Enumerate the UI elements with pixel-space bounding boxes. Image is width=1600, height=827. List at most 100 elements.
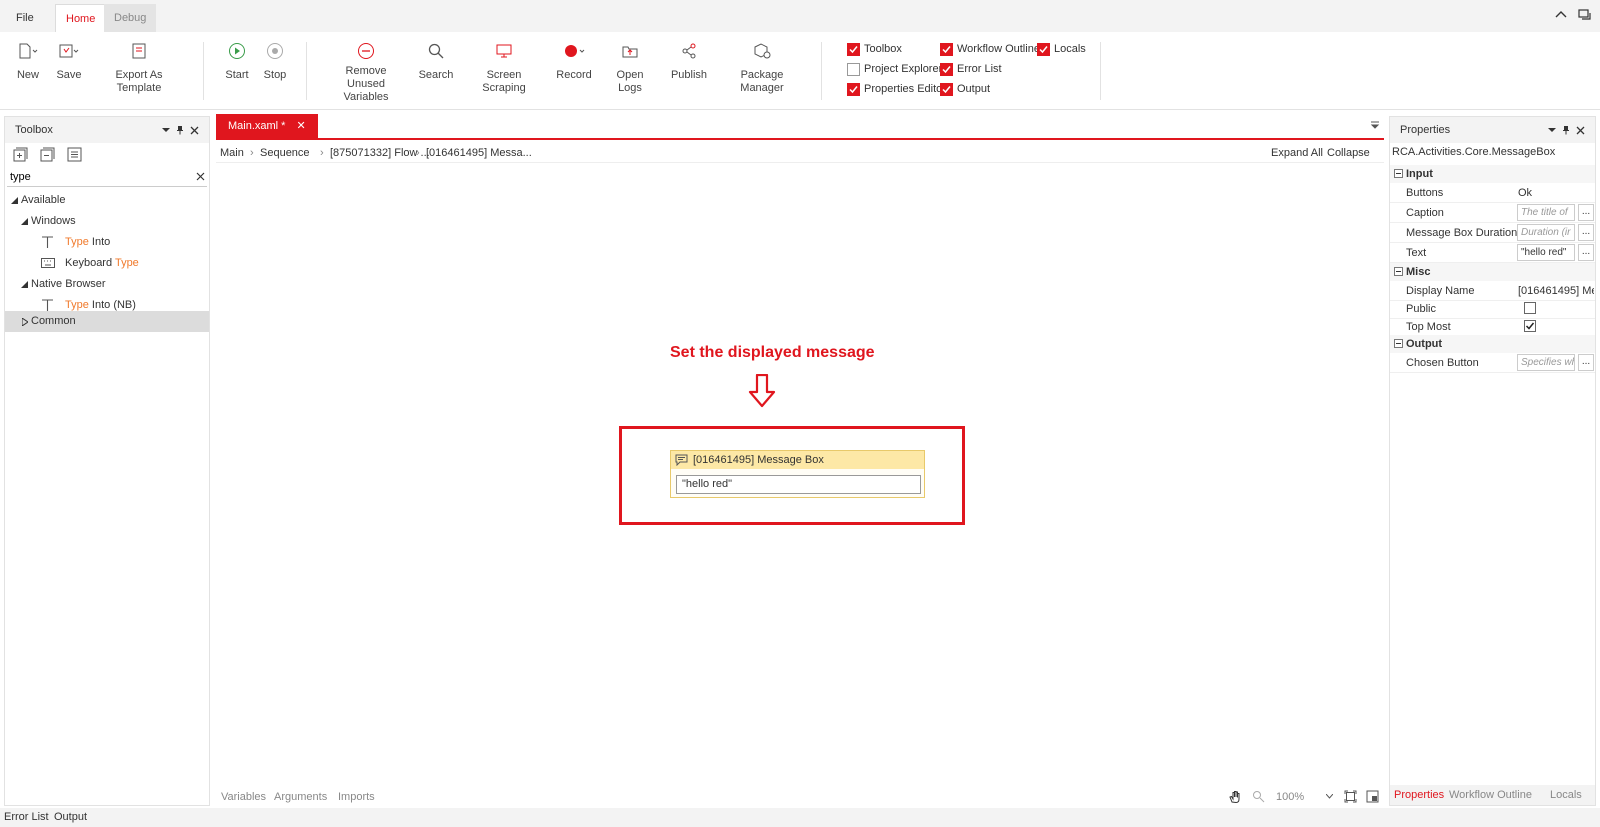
duration-ellipsis-button[interactable]: ... [1578,224,1594,241]
expand-all-icon[interactable] [13,147,28,162]
properties-editor-checkbox[interactable]: Properties Editor [847,81,946,97]
activity-keyboard-type[interactable]: Keyboard Type [5,253,209,274]
package-manager-button[interactable]: Package Manager [722,40,802,95]
activity-header[interactable]: [016461495] Message Box [671,451,924,469]
zoom-level[interactable]: 100% [1276,786,1304,808]
search-button[interactable]: Search [418,40,454,82]
prop-buttons-value[interactable]: Ok [1518,183,1532,203]
category-misc[interactable]: Misc [1390,263,1595,281]
expanded-arrow-icon[interactable] [21,281,28,288]
hand-icon[interactable] [1228,790,1242,804]
tree-node-native-browser[interactable]: Native Browser [5,274,209,295]
category-input[interactable]: Input [1390,165,1595,183]
collapsed-arrow-icon[interactable] [22,318,28,326]
stop-button[interactable]: Stop [262,40,288,82]
dropdown-icon[interactable] [1548,126,1556,134]
tab-list-dropdown-icon[interactable] [1370,120,1380,130]
message-box-activity[interactable]: [016461495] Message Box "hello red" [670,450,925,498]
caption-ellipsis-button[interactable]: ... [1578,204,1594,221]
chosen-button-ellipsis-button[interactable]: ... [1578,354,1594,371]
breadcrumb-item[interactable]: Main [220,143,244,163]
tab-workflow-outline[interactable]: Workflow Outline [1449,785,1532,805]
locals-checkbox[interactable]: Locals [1037,41,1086,57]
tab-locals[interactable]: Locals [1550,785,1582,805]
tab-main-xaml[interactable]: Main.xaml * ✕ [216,114,318,138]
designer-canvas[interactable]: Set the displayed message [016461495] Me… [216,164,1384,786]
breadcrumb-item[interactable]: [016461495] Messa... [426,143,532,163]
output-tab[interactable]: Output [54,808,87,827]
breadcrumb-item[interactable]: [875071332] Flow ... [330,143,430,163]
close-icon[interactable] [1576,126,1585,135]
caption-input[interactable]: The title of [1517,204,1575,221]
top-most-checkbox[interactable] [1524,320,1536,332]
prop-public[interactable]: Public [1390,299,1595,319]
screen-scraping-button[interactable]: Screen Scraping [466,40,542,95]
collapse-ribbon-icon[interactable] [1554,8,1568,22]
pin-icon[interactable] [1562,125,1570,135]
toolbox-checkbox[interactable]: Toolbox [847,41,902,57]
ribbon-separator [306,42,307,100]
text-input[interactable]: "hello red" [1517,244,1575,261]
expanded-arrow-icon[interactable] [21,218,28,225]
prop-display-name[interactable]: Display Name [016461495] Mes [1390,281,1595,301]
collapse-category-icon[interactable] [1394,339,1403,348]
prop-buttons[interactable]: Buttons Ok [1390,183,1595,203]
tab-file[interactable]: File [6,4,44,32]
tree-node-windows[interactable]: Windows [5,211,209,232]
dropdown-icon[interactable] [162,126,170,134]
text-ellipsis-button[interactable]: ... [1578,244,1594,261]
tab-debug[interactable]: Debug [104,4,157,32]
close-icon[interactable] [190,126,199,135]
toolbox-search-input[interactable] [7,168,187,186]
pin-icon[interactable] [176,125,184,135]
clear-search-icon[interactable] [196,172,205,181]
prop-chosen-button[interactable]: Chosen Button Specifies wh ... [1390,353,1595,373]
breadcrumb-item[interactable]: Sequence [260,143,310,163]
tab-home[interactable]: Home [55,4,107,32]
project-explorer-checkbox[interactable]: Project Explorer [847,61,942,77]
fit-to-screen-icon[interactable] [1344,790,1357,803]
zoom-icon[interactable] [1252,790,1265,803]
list-view-icon[interactable] [67,147,82,162]
expand-all-link[interactable]: Expand All [1271,143,1323,163]
tab-properties[interactable]: Properties [1394,785,1444,805]
start-button[interactable]: Start [224,40,250,82]
new-button[interactable]: New [14,40,42,82]
variables-tab[interactable]: Variables [221,786,266,808]
publish-button[interactable]: Publish [670,40,708,82]
close-tab-icon[interactable]: ✕ [297,120,306,132]
export-as-template-button[interactable]: Export As Template [96,40,182,95]
feedback-icon[interactable] [1578,8,1592,22]
chosen-button-input[interactable]: Specifies wh [1517,354,1575,371]
tree-node-available[interactable]: Available [5,190,209,211]
prop-message-box-duration[interactable]: Message Box Duration Duration (ir ... [1390,223,1595,243]
imports-tab[interactable]: Imports [338,786,375,808]
remove-unused-variables-button[interactable]: Remove Unused Variables [326,40,406,104]
record-button[interactable]: Record [556,40,592,82]
collapse-category-icon[interactable] [1394,169,1403,178]
activity-type-into[interactable]: Type Into [5,232,209,253]
save-button[interactable]: Save [55,40,83,82]
output-checkbox[interactable]: Output [940,81,990,97]
error-list-checkbox[interactable]: Error List [940,61,1002,77]
expanded-arrow-icon[interactable] [11,197,18,204]
collapse-category-icon[interactable] [1394,267,1403,276]
prop-top-most[interactable]: Top Most [1390,317,1595,337]
tree-node-common[interactable]: Common [5,311,209,332]
prop-text[interactable]: Text "hello red" ... [1390,243,1595,263]
designer-footer: Variables Arguments Imports 100% [216,786,1384,808]
zoom-dropdown-icon[interactable] [1326,794,1333,799]
display-name-value[interactable]: [016461495] Mes [1518,281,1594,301]
duration-input[interactable]: Duration (ir [1517,224,1575,241]
toolbox-header: Toolbox [5,117,209,143]
activity-text-input[interactable]: "hello red" [676,475,921,494]
error-list-tab[interactable]: Error List [4,808,49,827]
category-output[interactable]: Output [1390,335,1595,353]
public-checkbox[interactable] [1524,302,1536,314]
prop-caption[interactable]: Caption The title of ... [1390,203,1595,223]
collapse-all-icon[interactable] [40,147,55,162]
workflow-outline-checkbox[interactable]: Workflow Outline [940,41,1040,57]
arguments-tab[interactable]: Arguments [274,786,327,808]
open-logs-button[interactable]: Open Logs [604,40,656,95]
overview-icon[interactable] [1366,790,1379,803]
